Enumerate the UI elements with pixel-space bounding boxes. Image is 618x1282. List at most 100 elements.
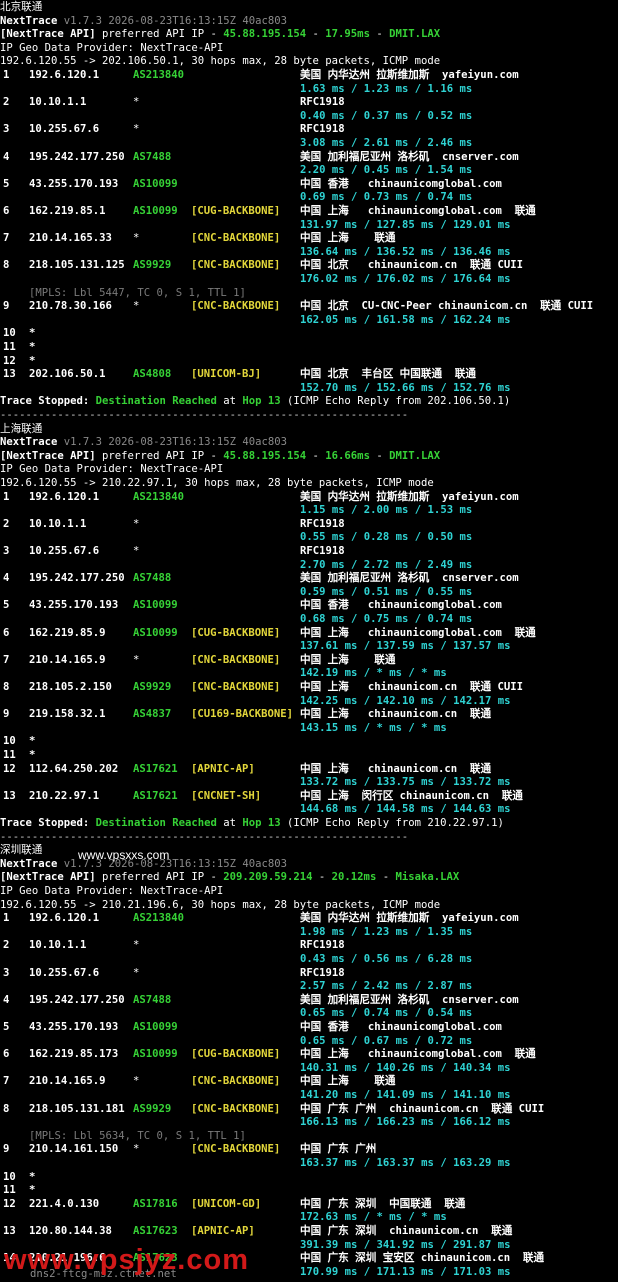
hop-geo: 中国 北京 chinaunicom.cn 联通 CUII [300,259,524,272]
hop-ip: 218.105.131.125 [29,259,125,272]
section-title: 上海联通 [0,422,43,435]
hop-number: 7 [3,232,10,245]
hop-backbone-tag: [CNC-BACKBONE] [191,1143,281,1156]
hop-row: 6 162.219.85.1 AS10099 [CUG-BACKBONE] 中国 上海 … [0,205,618,219]
geo-provider: IP Geo Data Provider: NextTrace-API [0,41,224,54]
hop-asn: AS17621 [133,789,178,802]
api-line: [NextTrace API] preferred API IP - 45.88… [0,28,440,42]
hop-number: 4 [3,572,10,585]
hop-ip: 162.219.85.9 [29,626,106,639]
api-sep: - [306,449,326,462]
hop-number: 9 [3,708,10,721]
hop-row: 11 * [0,1184,618,1198]
hop-rtt-values: 152.70 ms / 152.66 ms / 152.76 ms [300,381,511,394]
api-line: [NextTrace API] preferred API IP - 209.2… [0,871,459,885]
api-tag: [NextTrace API] [0,28,96,41]
hop-geo: 中国 香港 chinaunicomglobal.com [300,1021,502,1033]
hop-ip: 43.255.170.193 [29,599,119,612]
hop-asn: AS213840 [133,490,185,503]
hop-geo: RFC1918 [300,545,345,557]
hop-number: 1 [3,69,10,81]
footer-watermark: www.vpsjyz.com [4,1244,249,1276]
hop-row: 5 43.255.170.193 AS10099 中国 香港 chinaunicomg… [0,1021,618,1035]
hop-row: 2 10.10.1.1 * RFC1918 [0,96,618,110]
hop-number: 12 [3,1197,16,1210]
hop-ip: 210.22.97.1 [29,789,100,802]
hop-ip: * [29,341,36,353]
hop-rtt-values: 162.05 ms / 161.58 ms / 162.24 ms [300,313,511,326]
hop-rtt-values: 137.61 ms / 137.59 ms / 137.57 ms [300,640,511,653]
hop-number: 2 [3,96,10,109]
hop-ip: 10.255.67.6 [29,966,100,979]
hop-row: 9 210.78.30.166 * [CNC-BACKBONE] 中国 北京 CU-CN… [0,300,618,314]
hop-rtt-values: 0.55 ms / 0.28 ms / 0.50 ms [300,531,473,544]
api-tag: [NextTrace API] [0,449,96,462]
hop-backbone-tag: [CNC-BACKBONE] [191,259,281,272]
hop-ip: 195.242.177.250 [29,150,125,163]
version-line: NextTrace v1.7.3 2026-08-23T16:13:15Z 40… [0,436,287,450]
hop-row: 3 10.255.67.6 * RFC1918 [0,967,618,981]
hop-rtt-values: 136.64 ms / 136.52 ms / 136.46 ms [300,245,511,258]
hop-number: 2 [3,517,10,530]
hop-number: 10 [3,735,16,748]
hop-asn: AS9929 [133,681,172,693]
api-latency: 20.12ms [331,871,377,884]
api-sep: - [376,871,396,884]
hop-number: 11 [3,341,16,353]
hop-geo: 中国 上海 chinaunicomglobal.com 联通 [300,1048,536,1061]
hop-asn: AS10099 [133,1021,178,1033]
hop-number: 2 [3,939,10,952]
hop-asn: AS17623 [133,1225,178,1237]
hop-ip: 43.255.170.193 [29,177,119,190]
hop-ip: * [29,1184,36,1197]
hop-ip: 195.242.177.250 [29,993,125,1006]
hop-geo: 中国 上海 chinaunicomglobal.com 联通 [300,626,536,639]
hop-geo: RFC1918 [300,517,345,530]
hop-number: 10 [3,327,16,340]
hop-asn: * [133,1143,140,1156]
hop-rtt-values: 391.39 ms / 341.92 ms / 291.87 ms [300,1238,511,1251]
hop-asn: AS9929 [133,259,172,272]
api-ip: 45.88.195.154 [223,28,307,41]
hop-number: 4 [3,993,10,1006]
hop-rtt-values: 141.20 ms / 141.09 ms / 141.10 ms [300,1089,511,1101]
stop-hop: Hop 13 [242,817,281,829]
stop-detail: (ICMP Echo Reply from 210.22.97.1) [280,817,504,829]
hop-ip: 10.255.67.6 [29,123,100,136]
hop-ip: 218.105.2.150 [29,681,112,693]
hop-backbone-tag: [CNC-BACKBONE] [191,681,281,693]
hop-rtt-values: 144.68 ms / 144.58 ms / 144.63 ms [300,803,511,816]
trace-command: 192.6.120.55 -> 210.21.196.6, 30 hops ma… [0,898,441,911]
stop-label: Trace Stopped: [0,817,96,829]
api-line: [NextTrace API] preferred API IP - 45.88… [0,450,440,464]
hop-backbone-tag: [CNC-BACKBONE] [191,232,281,245]
hop-row: 12 112.64.250.202 AS17621 [APNIC-AP] 中国 上海 c… [0,763,618,777]
hop-number: 3 [3,966,10,979]
hop-geo: 中国 广东 深圳 chinaunicom.cn 联通 [300,1225,513,1237]
hop-backbone-tag: [CU169-BACKBONE] [191,708,294,721]
hop-row: 10 * [0,1171,618,1185]
hop-rtt-values: 3.08 ms / 2.61 ms / 2.46 ms [300,137,473,149]
hop-geo: 中国 上海 联通 [300,653,396,666]
hop-asn: * [133,96,140,109]
hop-geo: 中国 上海 联通 [300,1075,396,1088]
hop-row: 4 195.242.177.250 AS7488 美国 加利福尼亚州 洛杉矶 cnse… [0,151,618,165]
hop-geo: 中国 北京 CU-CNC-Peer chinaunicom.cn 联通 CUII [300,300,594,313]
hop-rtt-values: 131.97 ms / 127.85 ms / 129.01 ms [300,218,511,231]
hop-row: 2 10.10.1.1 * RFC1918 [0,939,618,953]
app-name: NextTrace [0,436,58,449]
hop-number: 8 [3,259,10,272]
hop-backbone-tag: [CUG-BACKBONE] [191,1048,281,1061]
hop-geo: 中国 上海 chinaunicomglobal.com 联通 [300,205,536,217]
hop-number: 1 [3,490,10,503]
hop-ip: 10.10.1.1 [29,96,87,109]
api-location: DMIT.LAX [389,449,441,462]
hop-row: 6 162.219.85.9 AS10099 [CUG-BACKBONE] 中国 上海 … [0,627,618,641]
hop-number: 7 [3,653,10,666]
hop-geo: 中国 广东 深圳 中国联通 联通 [300,1197,466,1210]
hop-row: 5 43.255.170.193 AS10099 中国 香港 chinaunicomg… [0,599,618,613]
hop-geo: 中国 上海 chinaunicom.cn 联通 CUII [300,681,524,693]
hop-geo: 美国 内华达州 拉斯维加斯 yafeiyun.com [300,490,519,503]
hop-number: 1 [3,912,10,925]
hop-rtt-values: 0.65 ms / 0.74 ms / 0.54 ms [300,1007,473,1020]
